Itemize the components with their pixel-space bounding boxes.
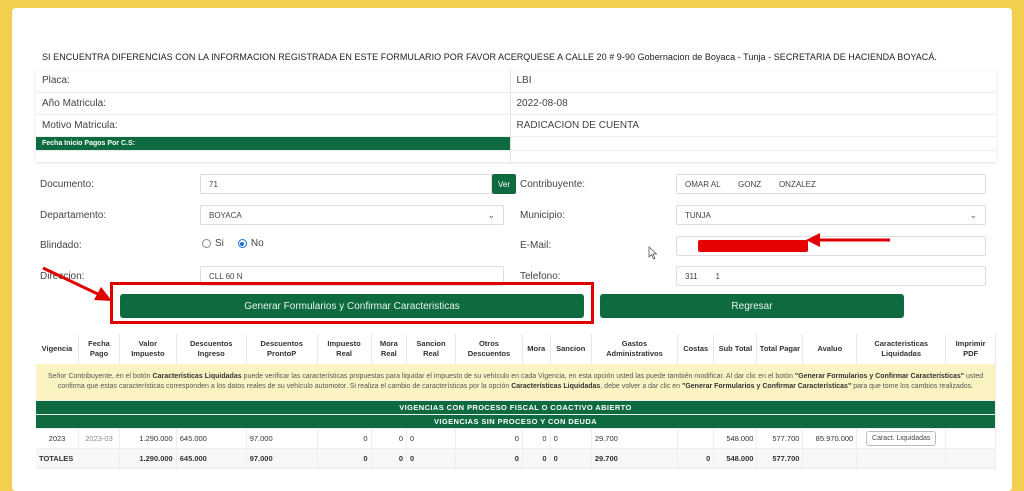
column-header: Caracteristicas Liquidadas [856,334,947,364]
cell-impuesto-real: 0 [317,428,372,449]
column-header: Costas [677,334,715,364]
blindado-si-radio[interactable]: Si [202,238,224,249]
total-subtotal: 548.000 [713,448,758,469]
chevron-down-icon: ⌄ [487,210,495,220]
blindado-radio-group: Si No [202,238,264,249]
cell-vigencia: 2023 [36,428,79,449]
total-sancion: 0 [550,448,592,469]
totals-row: TOTALES 1.290.000 645.000 97.000 0 0 0 0… [36,448,996,469]
ver-button[interactable]: Ver [492,174,516,194]
cell-sancion-real: 0 [406,428,457,449]
vigencias-table: Vigencia Fecha Pago Valor Impuesto Descu… [36,334,996,469]
column-header: Mora [522,334,551,364]
column-header: Otros Descuentos [455,334,523,364]
annotation-arrow-icon [42,266,112,301]
total-impuesto-real: 0 [317,448,372,469]
column-header: Gastos Administrativos [591,334,679,364]
placa-label: Placa: [36,70,511,93]
column-header: Descuentos Ingreso [176,334,247,364]
total-otros: 0 [455,448,523,469]
fecha-inicio-pagos-value [510,136,996,151]
municipio-label: Municipio: [520,210,566,221]
column-header: Valor Impuesto [119,334,177,364]
cell-otros: 0 [455,428,523,449]
column-header: Vigencia [36,334,79,364]
total-desc-ingreso: 645.000 [176,448,247,469]
page-panel: SI ENCUENTRA DIFERENCIAS CON LA INFORMAC… [12,8,1012,491]
column-header: Descuentos ProntoP [246,334,318,364]
column-header: Mora Real [371,334,408,364]
cell-valor: 1.290.000 [119,428,177,449]
anio-matricula-label: Año Matricula: [36,92,511,115]
cell-avaluo: 85.970.000 [802,428,858,449]
column-header: Sancion Real [406,334,457,364]
blindado-no-radio[interactable]: No [237,238,264,249]
annotation-arrow-icon [806,233,890,247]
total-mora: 0 [522,448,551,469]
telefono-field[interactable]: 311 1 [676,266,986,286]
column-header: Sancion [550,334,592,364]
documento-field[interactable]: 71 [200,174,492,194]
motivo-matricula-label: Motivo Matricula: [36,114,511,137]
regresar-button[interactable]: Regresar [600,294,904,318]
cell-imprimir [945,428,996,449]
radio-checked-icon [237,239,247,248]
total-costas: 0 [677,448,715,469]
total-sancion-real: 0 [406,448,457,469]
cell-total: 577.700 [756,428,804,449]
vehicle-info-table: Placa: LBI Año Matricula: 2022-08-08 Mot… [36,70,996,162]
table-row: 2023 2023-03 1.290.000 645.000 97.000 0 … [36,428,996,449]
caracteristicas-warning: Señor Contribuyente, en el botón Caracte… [36,364,996,401]
notice-text: SI ENCUENTRA DIFERENCIAS CON LA INFORMAC… [42,52,937,62]
total-gastos: 29.700 [591,448,679,469]
column-header: Impuesto Real [317,334,372,364]
motivo-matricula-value: RADICACION DE CUENTA [510,114,996,137]
departamento-label: Departamento: [40,210,107,221]
telefono-label: Telefono: [520,271,561,282]
cell-costas [677,428,715,449]
cell-desc-prontop: 97.000 [246,428,318,449]
blindado-label: Blindado: [40,240,82,251]
column-header: Total Pagar [756,334,804,364]
totals-label: TOTALES [36,448,121,469]
band-sin-proceso: VIGENCIAS SIN PROCESO Y CON DEUDA [36,414,996,429]
departamento-select[interactable]: BOYACA ⌄ [200,205,504,225]
column-header: Avaluo [802,334,858,364]
contribuyente-field[interactable]: OMAR AL GONZ ONZALEZ [676,174,986,194]
cell-liquidadas: Caract. Liquidadas [856,428,947,449]
total-desc-prontop: 97.000 [246,448,318,469]
cell-mora-real: 0 [371,428,408,449]
fecha-inicio-pagos-label: Fecha Inicio Pagos Por C.S: [36,136,511,151]
cell-desc-ingreso: 645.000 [176,428,247,449]
cell-sancion: 0 [550,428,592,449]
documento-label: Documento: [40,179,94,190]
radio-icon [202,239,211,248]
chevron-down-icon: ⌄ [969,210,977,220]
total-valor: 1.290.000 [119,448,177,469]
band-proceso-fiscal: VIGENCIAS CON PROCESO FISCAL O COACTIVO … [36,400,996,415]
anio-matricula-value: 2022-08-08 [510,92,996,115]
total-mora-real: 0 [371,448,408,469]
column-header: Sub Total [713,334,758,364]
placa-value: LBI [510,70,996,93]
cell-fecha: 2023-03 [78,428,121,449]
caract-liquidadas-button[interactable]: Caract. Liquidadas [866,430,937,446]
email-label: E-Mail: [520,240,552,251]
table-header-row: Vigencia Fecha Pago Valor Impuesto Descu… [36,334,996,364]
cell-mora: 0 [522,428,551,449]
column-header: Imprimir PDF [945,334,996,364]
redaction-bar [698,240,808,252]
annotation-highlight-box [110,282,594,324]
total-pagar: 577.700 [756,448,804,469]
cell-gastos: 29.700 [591,428,679,449]
mouse-cursor-icon [648,246,658,260]
contribuyente-label: Contribuyente: [520,179,586,190]
cell-subtotal: 548.000 [713,428,758,449]
column-header: Fecha Pago [78,334,121,364]
municipio-select[interactable]: TUNJA ⌄ [676,205,986,225]
